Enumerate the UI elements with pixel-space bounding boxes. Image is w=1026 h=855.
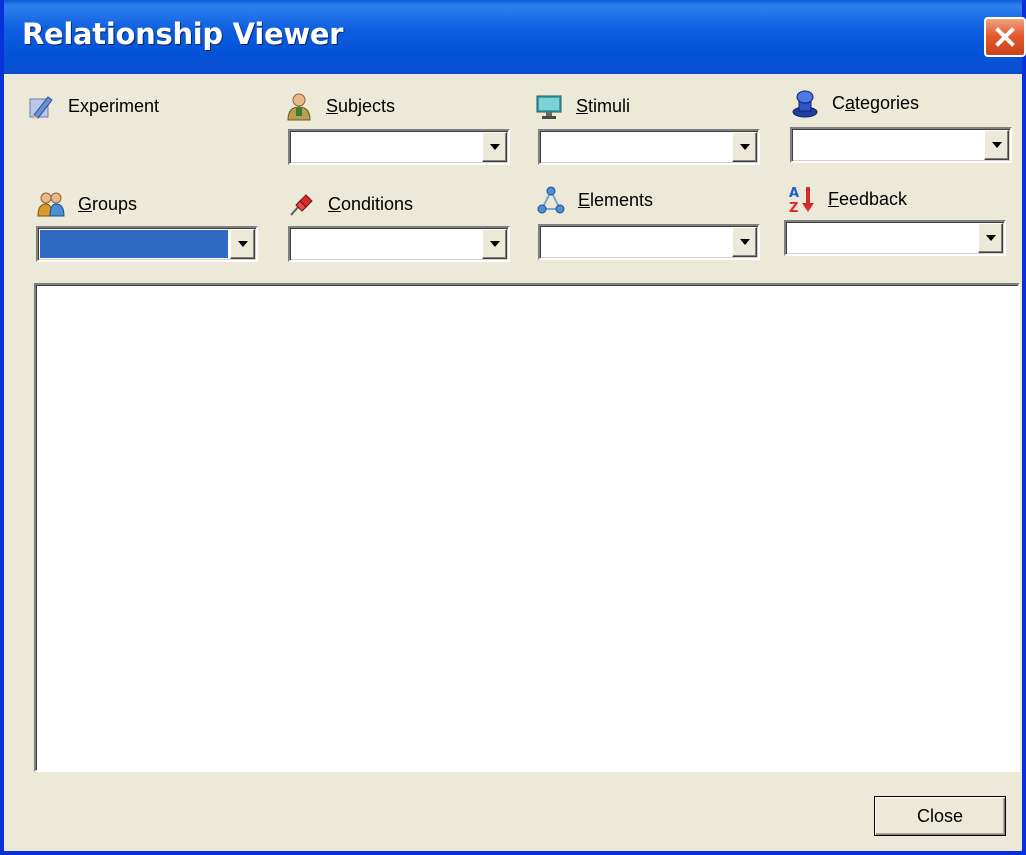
- conditions-dropdown-value: [292, 230, 480, 258]
- groups-dropdown-button[interactable]: [230, 229, 255, 259]
- elements-dropdown-button[interactable]: [732, 227, 757, 257]
- subjects-dropdown-value: [292, 133, 480, 161]
- feedback-label: Feedback: [828, 188, 908, 209]
- groups-label: Groups: [78, 193, 138, 214]
- subjects-label-group: Subjects: [284, 91, 395, 121]
- categories-label-group: Categories: [790, 88, 919, 118]
- feedback-dropdown-value: [788, 224, 976, 252]
- categories-stamp-icon: [790, 88, 820, 118]
- chevron-down-icon: [985, 235, 996, 241]
- conditions-dropdown-button[interactable]: [482, 229, 507, 259]
- elements-network-icon: [536, 185, 566, 215]
- conditions-pin-icon: [286, 189, 316, 219]
- categories-dropdown-value: [794, 131, 982, 159]
- elements-dropdown[interactable]: [538, 224, 760, 260]
- chevron-down-icon: [739, 239, 750, 245]
- stimuli-monitor-icon: [534, 91, 564, 121]
- categories-label: Categories: [832, 92, 920, 113]
- feedback-dropdown[interactable]: [784, 220, 1006, 256]
- stimuli-label-group: Stimuli: [534, 91, 630, 121]
- stimuli-label: Stimuli: [576, 95, 631, 116]
- svg-text:Z: Z: [789, 201, 798, 214]
- svg-text:A: A: [789, 186, 799, 201]
- relationship-viewer-window: Relationship Viewer Experiment Subjects: [0, 0, 1026, 855]
- groups-dropdown[interactable]: [36, 226, 258, 262]
- window-title: Relationship Viewer: [22, 17, 344, 51]
- feedback-label-group: A Z Feedback: [786, 184, 907, 214]
- window-close-button[interactable]: [984, 17, 1026, 57]
- close-button[interactable]: Close: [874, 796, 1006, 836]
- elements-label: Elements: [578, 189, 654, 210]
- experiment-label-group: Experiment: [26, 91, 159, 121]
- chevron-down-icon: [739, 144, 750, 150]
- elements-dropdown-value: [542, 228, 730, 256]
- stimuli-dropdown-value: [542, 133, 730, 161]
- chevron-down-icon: [991, 142, 1002, 148]
- stimuli-dropdown[interactable]: [538, 129, 760, 165]
- groups-people-icon: [36, 189, 66, 219]
- experiment-label: Experiment: [68, 95, 160, 116]
- stimuli-dropdown-button[interactable]: [732, 132, 757, 162]
- subjects-label: Subjects: [326, 95, 396, 116]
- subjects-dropdown[interactable]: [288, 129, 510, 165]
- categories-dropdown-button[interactable]: [984, 130, 1009, 160]
- chevron-down-icon: [489, 144, 500, 150]
- groups-label-group: Groups: [36, 189, 137, 219]
- relationship-view-panel[interactable]: [34, 283, 1020, 772]
- conditions-label-group: Conditions: [286, 189, 413, 219]
- chevron-down-icon: [489, 241, 500, 247]
- conditions-dropdown[interactable]: [288, 226, 510, 262]
- title-bar[interactable]: Relationship Viewer: [4, 0, 1026, 74]
- experiment-pencil-icon: [26, 91, 56, 121]
- close-x-icon: [995, 27, 1015, 47]
- elements-label-group: Elements: [536, 185, 653, 215]
- conditions-label: Conditions: [328, 193, 414, 214]
- groups-dropdown-value: [40, 230, 228, 258]
- subjects-person-icon: [284, 91, 314, 121]
- feedback-sort-az-icon: A Z: [786, 184, 816, 214]
- categories-dropdown[interactable]: [790, 127, 1012, 163]
- subjects-dropdown-button[interactable]: [482, 132, 507, 162]
- chevron-down-icon: [237, 241, 248, 247]
- feedback-dropdown-button[interactable]: [978, 223, 1003, 253]
